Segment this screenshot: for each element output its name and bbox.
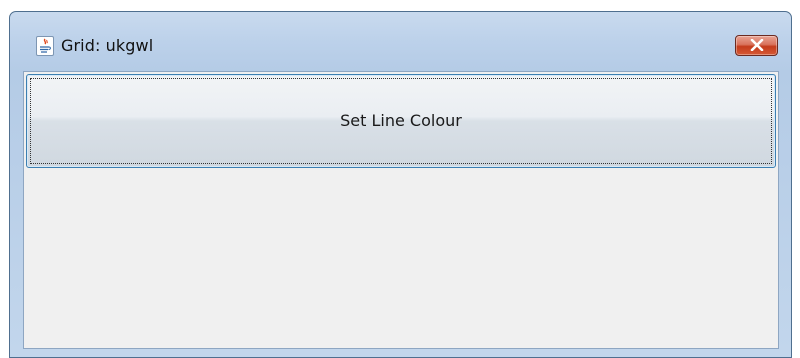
set-line-colour-label: Set Line Colour bbox=[340, 110, 462, 130]
close-button[interactable] bbox=[735, 35, 778, 56]
window-title: Grid: ukgwl bbox=[61, 36, 154, 55]
app-window: Grid: ukgwl Set Line Colour bbox=[9, 11, 792, 358]
set-line-colour-button[interactable]: Set Line Colour bbox=[26, 74, 776, 168]
title-bar[interactable]: Grid: ukgwl bbox=[10, 12, 791, 71]
close-icon bbox=[750, 36, 764, 55]
java-icon[interactable] bbox=[36, 36, 54, 56]
content-panel: Set Line Colour bbox=[23, 71, 779, 349]
